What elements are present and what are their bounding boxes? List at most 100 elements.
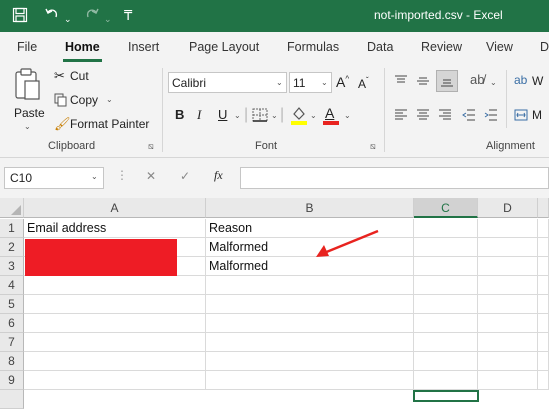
cell-d9[interactable] — [478, 371, 538, 390]
column-header-c[interactable]: C — [414, 198, 478, 218]
cell-c4[interactable] — [414, 276, 478, 295]
fill-color-dropdown-icon[interactable]: ⌄ — [310, 111, 317, 120]
orientation-dropdown-icon[interactable]: ⌄ — [490, 78, 497, 87]
cell-b6[interactable] — [206, 314, 414, 333]
column-header-b[interactable]: B — [206, 198, 414, 218]
cell-b5[interactable] — [206, 295, 414, 314]
decrease-indent-icon[interactable] — [462, 108, 476, 122]
cell-c3[interactable] — [414, 257, 478, 276]
cell-c9[interactable] — [414, 371, 478, 390]
cell-c1[interactable] — [414, 219, 478, 238]
format-painter-button[interactable]: 🖌 Format Painter — [54, 116, 150, 134]
active-cell-c10[interactable] — [413, 390, 479, 402]
row-header[interactable]: 1 — [0, 219, 24, 238]
underline-dropdown-icon[interactable]: ⌄ — [234, 111, 241, 120]
cancel-icon[interactable]: ✕ — [146, 169, 156, 183]
cell-d1[interactable] — [478, 219, 538, 238]
redo-dropdown-icon[interactable]: ⌄ — [104, 10, 112, 28]
increase-indent-icon[interactable] — [484, 108, 498, 122]
cell-d3[interactable] — [478, 257, 538, 276]
cell-b9[interactable] — [206, 371, 414, 390]
row-header[interactable]: 3 — [0, 257, 24, 276]
row-header[interactable]: 4 — [0, 276, 24, 295]
cell-a7[interactable] — [24, 333, 206, 352]
row-header[interactable]: 9 — [0, 371, 24, 390]
align-center-icon[interactable] — [416, 108, 430, 122]
cell-c5[interactable] — [414, 295, 478, 314]
row-header[interactable]: 6 — [0, 314, 24, 333]
cell-e2[interactable] — [538, 238, 549, 257]
cell-c8[interactable] — [414, 352, 478, 371]
row-header[interactable]: 2 — [0, 238, 24, 257]
formula-input[interactable] — [240, 167, 549, 189]
align-right-icon[interactable] — [438, 108, 452, 122]
column-header-e[interactable] — [538, 198, 549, 218]
cell-b7[interactable] — [206, 333, 414, 352]
font-color-dropdown-icon[interactable]: ⌄ — [344, 111, 351, 120]
cell-a5[interactable] — [24, 295, 206, 314]
paste-button[interactable]: Paste ⌄ — [10, 68, 46, 138]
merge-center-label[interactable]: M — [532, 108, 542, 122]
cell-e6[interactable] — [538, 314, 549, 333]
cell-a1[interactable]: Email address — [24, 219, 206, 238]
undo-icon[interactable] — [44, 7, 60, 28]
column-header-a[interactable]: A — [24, 198, 206, 218]
clipboard-launcher-icon[interactable]: ⧅ — [148, 141, 154, 152]
tab-home[interactable]: Home — [63, 40, 102, 62]
align-top-icon[interactable] — [394, 74, 408, 88]
customize-qat-icon[interactable]: ₸ — [124, 7, 132, 25]
cell-d8[interactable] — [478, 352, 538, 371]
cell-d2[interactable] — [478, 238, 538, 257]
cell-a8[interactable] — [24, 352, 206, 371]
cell-d6[interactable] — [478, 314, 538, 333]
cell-a9[interactable] — [24, 371, 206, 390]
cell-d7[interactable] — [478, 333, 538, 352]
undo-dropdown-icon[interactable]: ⌄ — [64, 10, 72, 28]
tab-view[interactable]: View — [486, 40, 513, 54]
column-header-d[interactable]: D — [478, 198, 538, 218]
cell-b8[interactable] — [206, 352, 414, 371]
merge-center-icon[interactable] — [514, 108, 528, 122]
tab-review[interactable]: Review — [421, 40, 462, 54]
shrink-font-button[interactable]: Aˇ — [358, 76, 369, 91]
wrap-text-label[interactable]: W — [532, 74, 543, 88]
copy-button[interactable]: Copy ⌄ — [54, 92, 124, 110]
name-box[interactable]: C10 ⌄ — [4, 167, 104, 189]
cell-c7[interactable] — [414, 333, 478, 352]
cell-e8[interactable] — [538, 352, 549, 371]
tab-page-layout[interactable]: Page Layout — [189, 40, 259, 54]
cell-e9[interactable] — [538, 371, 549, 390]
tab-insert[interactable]: Insert — [128, 40, 159, 54]
redo-icon[interactable] — [84, 7, 100, 28]
cell-c6[interactable] — [414, 314, 478, 333]
borders-icon[interactable] — [252, 108, 268, 122]
cell-d4[interactable] — [478, 276, 538, 295]
cell-b4[interactable] — [206, 276, 414, 295]
cell-a4[interactable] — [24, 276, 206, 295]
tab-formulas[interactable]: Formulas — [287, 40, 339, 54]
insert-function-icon[interactable]: fx — [214, 168, 223, 183]
grow-font-button[interactable]: A^ — [336, 74, 349, 90]
align-bottom-button[interactable] — [436, 70, 458, 92]
select-all-corner[interactable] — [0, 198, 24, 218]
cell-e1[interactable] — [538, 219, 549, 238]
underline-button[interactable]: U — [218, 107, 227, 122]
wrap-text-icon[interactable]: ab — [514, 73, 527, 87]
tab-data[interactable]: Data — [367, 40, 393, 54]
cell-e4[interactable] — [538, 276, 549, 295]
tab-developer[interactable]: D — [540, 40, 549, 54]
enter-icon[interactable]: ✓ — [180, 169, 190, 183]
font-size-select[interactable]: 11 ⌄ — [289, 72, 332, 93]
italic-button[interactable]: I — [197, 107, 201, 123]
cell-a6[interactable] — [24, 314, 206, 333]
cell-d5[interactable] — [478, 295, 538, 314]
fill-color-icon[interactable] — [290, 105, 308, 125]
font-launcher-icon[interactable]: ⧅ — [370, 141, 376, 152]
row-header[interactable]: 7 — [0, 333, 24, 352]
cell-e7[interactable] — [538, 333, 549, 352]
cell-c2[interactable] — [414, 238, 478, 257]
cut-button[interactable]: ✂ Cut — [54, 68, 114, 86]
bold-button[interactable]: B — [175, 107, 184, 122]
orientation-icon[interactable]: ab̸ — [470, 72, 484, 87]
row-header[interactable]: 8 — [0, 352, 24, 371]
